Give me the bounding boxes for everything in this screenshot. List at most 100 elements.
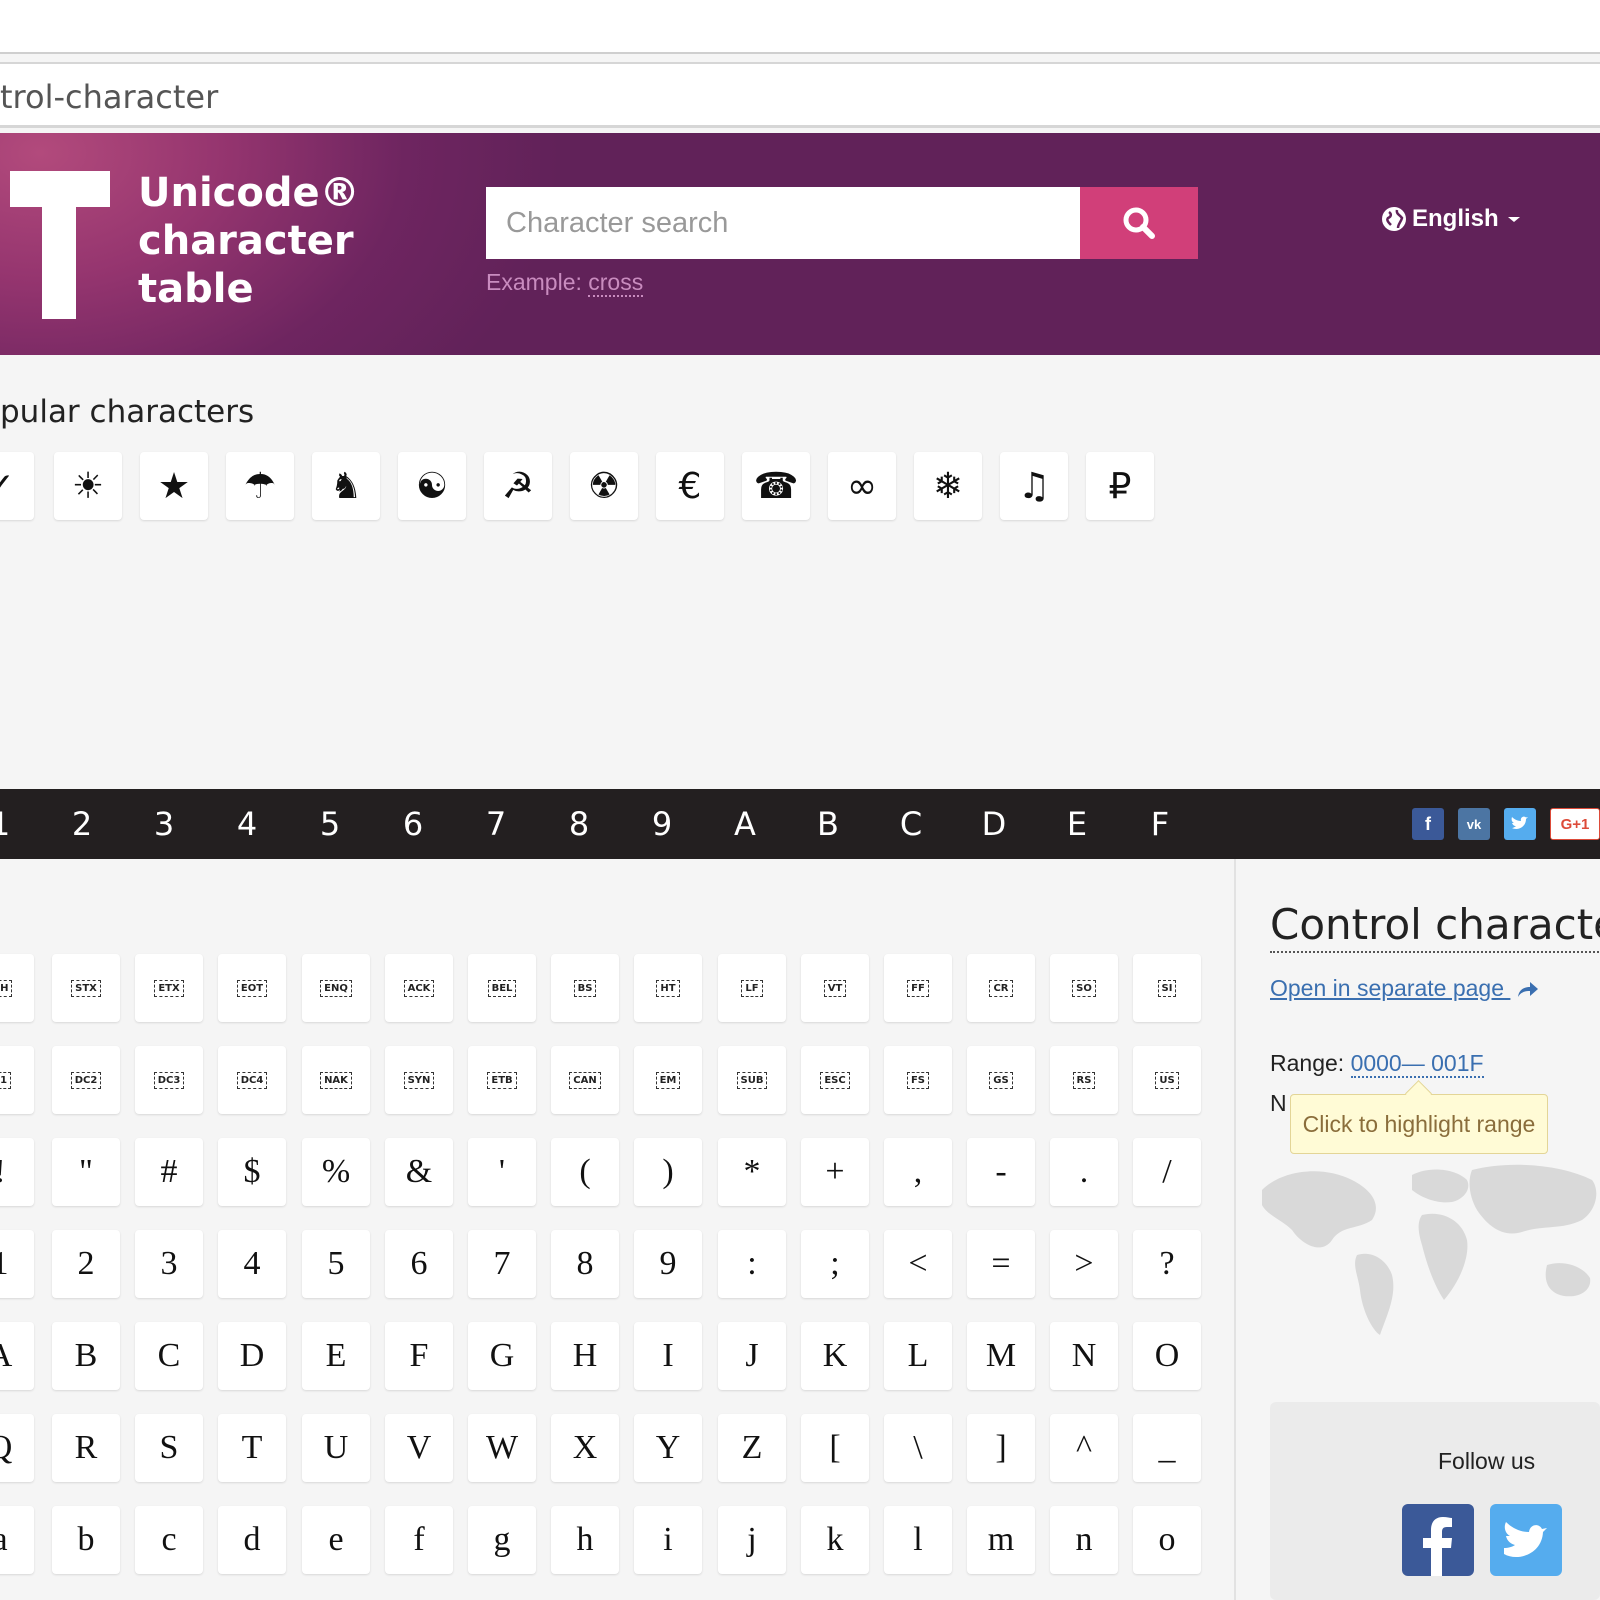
character-cell[interactable]: 5: [302, 1230, 370, 1298]
character-cell[interactable]: HT: [634, 954, 702, 1022]
character-cell[interactable]: k: [801, 1506, 869, 1574]
character-cell[interactable]: ACK: [385, 954, 453, 1022]
facebook-follow-button[interactable]: [1402, 1504, 1474, 1576]
character-cell[interactable]: VT: [801, 954, 869, 1022]
character-cell[interactable]: h: [551, 1506, 619, 1574]
character-cell[interactable]: i: [634, 1506, 702, 1574]
character-cell[interactable]: FS: [884, 1046, 952, 1114]
character-cell[interactable]: [: [801, 1414, 869, 1482]
character-cell[interactable]: ENQ: [302, 954, 370, 1022]
character-cell[interactable]: STX: [52, 954, 120, 1022]
character-cell[interactable]: ]: [967, 1414, 1035, 1482]
character-cell[interactable]: G: [468, 1322, 536, 1390]
character-cell[interactable]: \: [884, 1414, 952, 1482]
character-cell[interactable]: K: [801, 1322, 869, 1390]
search-button[interactable]: [1080, 187, 1198, 259]
character-cell[interactable]: =: [967, 1230, 1035, 1298]
character-cell[interactable]: ^: [1050, 1414, 1118, 1482]
popular-character[interactable]: ₽: [1086, 452, 1154, 520]
character-cell[interactable]: >: [1050, 1230, 1118, 1298]
facebook-share-icon[interactable]: f: [1412, 808, 1444, 840]
character-cell[interactable]: 2: [52, 1230, 120, 1298]
character-cell[interactable]: CR: [967, 954, 1035, 1022]
character-cell[interactable]: 3: [135, 1230, 203, 1298]
character-cell[interactable]: :: [718, 1230, 786, 1298]
character-cell[interactable]: V: [385, 1414, 453, 1482]
language-selector[interactable]: English: [1380, 205, 1525, 233]
character-cell[interactable]: (: [551, 1138, 619, 1206]
popular-character[interactable]: ★: [140, 452, 208, 520]
character-cell[interactable]: W: [468, 1414, 536, 1482]
googleplus-share-icon[interactable]: G+1: [1550, 808, 1600, 840]
character-cell[interactable]: ': [468, 1138, 536, 1206]
character-cell[interactable]: #: [135, 1138, 203, 1206]
popular-character[interactable]: ☯: [398, 452, 466, 520]
character-cell[interactable]: C: [135, 1322, 203, 1390]
character-cell[interactable]: a: [0, 1506, 34, 1574]
character-cell[interactable]: DC2: [52, 1046, 120, 1114]
character-cell[interactable]: D: [218, 1322, 286, 1390]
example-link[interactable]: cross: [588, 269, 643, 297]
character-cell[interactable]: EOT: [218, 954, 286, 1022]
character-cell[interactable]: 6: [385, 1230, 453, 1298]
popular-character[interactable]: ❄: [914, 452, 982, 520]
character-cell[interactable]: H: [551, 1322, 619, 1390]
popular-character[interactable]: ♫: [1000, 452, 1068, 520]
character-cell[interactable]: DC4: [218, 1046, 286, 1114]
popular-character[interactable]: ✓: [0, 452, 34, 520]
search-input[interactable]: Character search: [486, 187, 1080, 259]
character-cell[interactable]: EM: [634, 1046, 702, 1114]
character-cell[interactable]: BEL: [468, 954, 536, 1022]
character-cell[interactable]: I: [634, 1322, 702, 1390]
twitter-follow-button[interactable]: [1490, 1504, 1562, 1576]
character-cell[interactable]: d: [218, 1506, 286, 1574]
character-cell[interactable]: 7: [468, 1230, 536, 1298]
character-cell[interactable]: /: [1133, 1138, 1201, 1206]
character-cell[interactable]: ): [634, 1138, 702, 1206]
character-cell[interactable]: ?: [1133, 1230, 1201, 1298]
character-cell[interactable]: ": [52, 1138, 120, 1206]
character-cell[interactable]: E: [302, 1322, 370, 1390]
popular-character[interactable]: ☭: [484, 452, 552, 520]
character-cell[interactable]: f: [385, 1506, 453, 1574]
character-cell[interactable]: A: [0, 1322, 34, 1390]
character-cell[interactable]: SO: [1050, 954, 1118, 1022]
character-cell[interactable]: *: [718, 1138, 786, 1206]
character-cell[interactable]: Q: [0, 1414, 34, 1482]
character-cell[interactable]: b: [52, 1506, 120, 1574]
character-cell[interactable]: ETX: [135, 954, 203, 1022]
character-cell[interactable]: $: [218, 1138, 286, 1206]
character-cell[interactable]: Y: [634, 1414, 702, 1482]
character-cell[interactable]: U: [302, 1414, 370, 1482]
character-cell[interactable]: DC3: [135, 1046, 203, 1114]
address-bar[interactable]: trol-character: [0, 62, 1600, 128]
character-cell[interactable]: CAN: [551, 1046, 619, 1114]
popular-character[interactable]: ☀: [54, 452, 122, 520]
character-cell[interactable]: Z: [718, 1414, 786, 1482]
character-cell[interactable]: %: [302, 1138, 370, 1206]
character-cell[interactable]: M: [967, 1322, 1035, 1390]
popular-character[interactable]: ☂: [226, 452, 294, 520]
twitter-share-icon[interactable]: [1504, 808, 1536, 840]
character-cell[interactable]: F: [385, 1322, 453, 1390]
character-cell[interactable]: ESC: [801, 1046, 869, 1114]
character-cell[interactable]: 8: [551, 1230, 619, 1298]
character-cell[interactable]: N: [1050, 1322, 1118, 1390]
character-cell[interactable]: C1: [0, 1046, 34, 1114]
character-cell[interactable]: US: [1133, 1046, 1201, 1114]
character-cell[interactable]: GS: [967, 1046, 1035, 1114]
popular-character[interactable]: ☎: [742, 452, 810, 520]
character-cell[interactable]: NAK: [302, 1046, 370, 1114]
character-cell[interactable]: -: [967, 1138, 1035, 1206]
character-cell[interactable]: SI: [1133, 954, 1201, 1022]
block-title[interactable]: Control character: [1270, 900, 1600, 953]
character-cell[interactable]: SYN: [385, 1046, 453, 1114]
character-cell[interactable]: SUB: [718, 1046, 786, 1114]
character-cell[interactable]: j: [718, 1506, 786, 1574]
popular-character[interactable]: ☢: [570, 452, 638, 520]
character-cell[interactable]: .: [1050, 1138, 1118, 1206]
popular-character[interactable]: €: [656, 452, 724, 520]
character-cell[interactable]: l: [884, 1506, 952, 1574]
character-cell[interactable]: LF: [718, 954, 786, 1022]
character-cell[interactable]: FF: [884, 954, 952, 1022]
